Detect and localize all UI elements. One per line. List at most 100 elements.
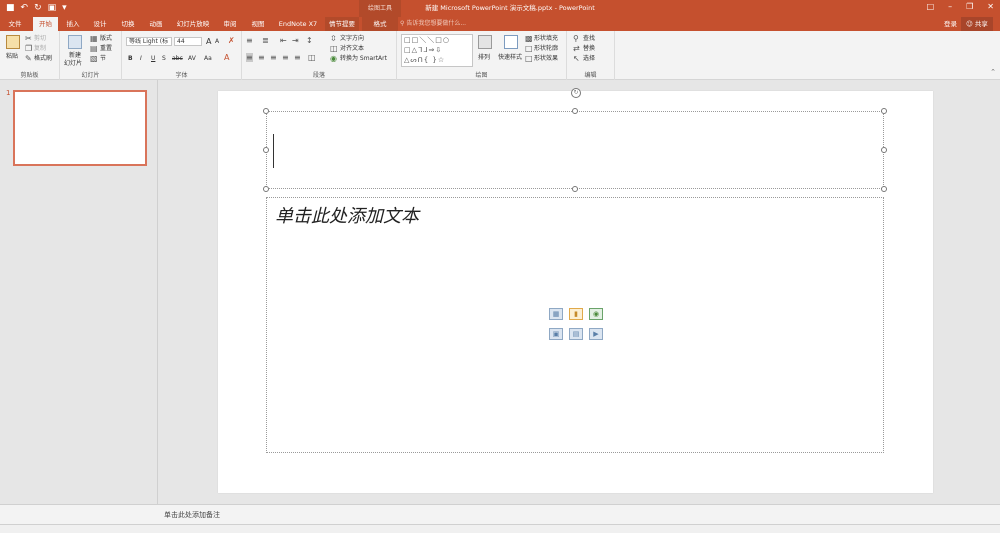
shape-outline-button[interactable]: 形状轮廓	[534, 44, 558, 53]
font-color-icon[interactable]: A	[224, 53, 229, 62]
resize-handle[interactable]	[263, 186, 269, 192]
paste-button[interactable]: 粘贴	[6, 52, 18, 61]
insert-video-icon[interactable]: ▶	[589, 328, 603, 340]
restore-icon[interactable]: ❐	[966, 2, 973, 11]
save-icon[interactable]: ■	[6, 3, 15, 14]
insert-online-picture-icon[interactable]: ▤	[569, 328, 583, 340]
ribbon-display-icon[interactable]: □	[927, 2, 935, 11]
italic-button[interactable]: I	[140, 54, 142, 63]
font-size-select[interactable]: 44	[174, 37, 202, 46]
tab-transitions[interactable]: 切换	[117, 17, 139, 31]
reset-button[interactable]: 重置	[100, 44, 112, 53]
font-name-select[interactable]: 等线 Light (标	[126, 37, 172, 46]
align-left-icon[interactable]: ≡	[246, 53, 253, 62]
resize-handle[interactable]	[572, 108, 578, 114]
resize-handle[interactable]	[263, 108, 269, 114]
group-font: 等线 Light (标 44 A A ✗ B I U S abc AV Aa A…	[122, 31, 242, 80]
resize-handle[interactable]	[881, 108, 887, 114]
paste-icon[interactable]	[6, 35, 20, 49]
bold-button[interactable]: B	[128, 54, 133, 63]
layout-button[interactable]: 版式	[100, 34, 112, 43]
underline-button[interactable]: U	[151, 54, 155, 63]
close-icon[interactable]: ✕	[987, 2, 994, 11]
new-slide-button-line2[interactable]: 幻灯片	[64, 59, 82, 68]
rotate-handle-icon[interactable]: ↻	[571, 88, 581, 98]
tab-home[interactable]: 开始	[33, 17, 58, 31]
select-button[interactable]: 选择	[583, 54, 595, 63]
text-caret	[273, 134, 274, 168]
bullets-icon[interactable]: ≡	[246, 36, 253, 45]
resize-handle[interactable]	[881, 186, 887, 192]
grow-font-button[interactable]: A	[206, 37, 211, 46]
convert-smartart-button[interactable]: 转换为 SmartArt	[340, 54, 387, 63]
notes-placeholder: 单击此处添加备注	[164, 511, 220, 519]
align-text-button[interactable]: 对齐文本	[340, 44, 364, 53]
distribute-icon[interactable]: ≡	[294, 53, 301, 62]
tab-format[interactable]: 格式	[362, 17, 398, 31]
tab-animations[interactable]: 动画	[145, 17, 167, 31]
redo-icon[interactable]: ↻	[34, 3, 42, 14]
new-slide-icon[interactable]	[68, 35, 82, 49]
quick-styles-button[interactable]: 快速样式	[498, 53, 522, 62]
resize-handle[interactable]	[572, 186, 578, 192]
customize-icon[interactable]: ▾	[62, 3, 67, 14]
title-placeholder[interactable]	[263, 108, 887, 192]
arrange-icon[interactable]	[478, 35, 492, 49]
group-label-font: 字体	[175, 72, 188, 79]
shadow-button[interactable]: S	[162, 54, 166, 63]
tell-me-search[interactable]: ⚲ 告诉我您想要做什么...	[400, 17, 466, 31]
align-right-icon[interactable]: ≡	[270, 53, 277, 62]
slide-thumbnail[interactable]	[13, 90, 147, 166]
clear-format-icon[interactable]: ✗	[228, 36, 235, 45]
shapes-gallery[interactable]: □□＼＼□○ □△ᒣᒧ⇒⇩ △ᔕᑎ{ }☆	[401, 34, 473, 67]
tab-endnote[interactable]: EndNote X7	[275, 17, 321, 31]
resize-handle[interactable]	[881, 147, 887, 153]
undo-icon[interactable]: ↶	[21, 3, 29, 14]
slide-canvas[interactable]: ↻ 单击此处添加文本 ▦ ▮ ◉ ▣ ▤ ▶	[218, 88, 933, 493]
text-direction-button[interactable]: 文字方向	[340, 34, 364, 43]
tab-file[interactable]: 文件	[4, 17, 26, 31]
replace-button[interactable]: 替换	[583, 44, 595, 53]
format-painter-button[interactable]: 格式刷	[34, 54, 52, 63]
insert-picture-icon[interactable]: ▣	[549, 328, 563, 340]
resize-handle[interactable]	[263, 147, 269, 153]
copy-button[interactable]: 复制	[34, 44, 46, 53]
decrease-indent-icon[interactable]: ⇤	[280, 36, 287, 45]
collapse-ribbon-icon[interactable]: ⌃	[990, 68, 996, 76]
strikethrough-button[interactable]: abc	[172, 54, 183, 63]
insert-table-icon[interactable]: ▦	[549, 308, 563, 320]
present-icon[interactable]: ▣	[48, 3, 57, 14]
body-placeholder[interactable]: 单击此处添加文本 ▦ ▮ ◉ ▣ ▤ ▶	[266, 197, 884, 453]
tab-storyboard[interactable]: 情节提要	[325, 17, 359, 31]
tab-slideshow[interactable]: 幻灯片放映	[173, 17, 213, 31]
shape-fill-button[interactable]: 形状填充	[534, 34, 558, 43]
share-button[interactable]: ☺ 共享	[961, 17, 993, 31]
tab-insert[interactable]: 插入	[62, 17, 84, 31]
minimize-icon[interactable]: –	[948, 2, 952, 11]
cut-button[interactable]: 剪切	[34, 34, 46, 43]
char-spacing-button[interactable]: AV	[188, 54, 196, 63]
notes-pane[interactable]: 单击此处添加备注	[158, 504, 1000, 524]
tab-view[interactable]: 视图	[247, 17, 269, 31]
quick-access-toolbar: ■ ↶ ↻ ▣ ▾	[6, 3, 67, 14]
quick-styles-icon[interactable]	[504, 35, 518, 49]
find-icon: ⚲	[573, 34, 579, 43]
change-case-button[interactable]: Aa	[204, 54, 212, 63]
tab-review[interactable]: 审阅	[219, 17, 241, 31]
align-center-icon[interactable]: ≡	[258, 53, 265, 62]
shrink-font-button[interactable]: A	[215, 37, 219, 46]
section-button[interactable]: 节	[100, 54, 106, 63]
insert-smartart-icon[interactable]: ◉	[589, 308, 603, 320]
group-slides: 新建 幻灯片 ▦ 版式 ▤ 重置 ▧ 节 幻灯片	[60, 31, 122, 80]
tab-design[interactable]: 设计	[89, 17, 111, 31]
arrange-button[interactable]: 排列	[478, 53, 490, 62]
line-spacing-icon[interactable]: ↕	[306, 36, 313, 45]
columns-icon[interactable]: ◫	[308, 53, 316, 62]
numbering-icon[interactable]: ≣	[262, 36, 269, 45]
increase-indent-icon[interactable]: ⇥	[292, 36, 299, 45]
insert-chart-icon[interactable]: ▮	[569, 308, 583, 320]
justify-icon[interactable]: ≡	[282, 53, 289, 62]
find-button[interactable]: 查找	[583, 34, 595, 43]
login-link[interactable]: 登录	[944, 17, 957, 31]
shape-effects-button[interactable]: 形状效果	[534, 54, 558, 63]
